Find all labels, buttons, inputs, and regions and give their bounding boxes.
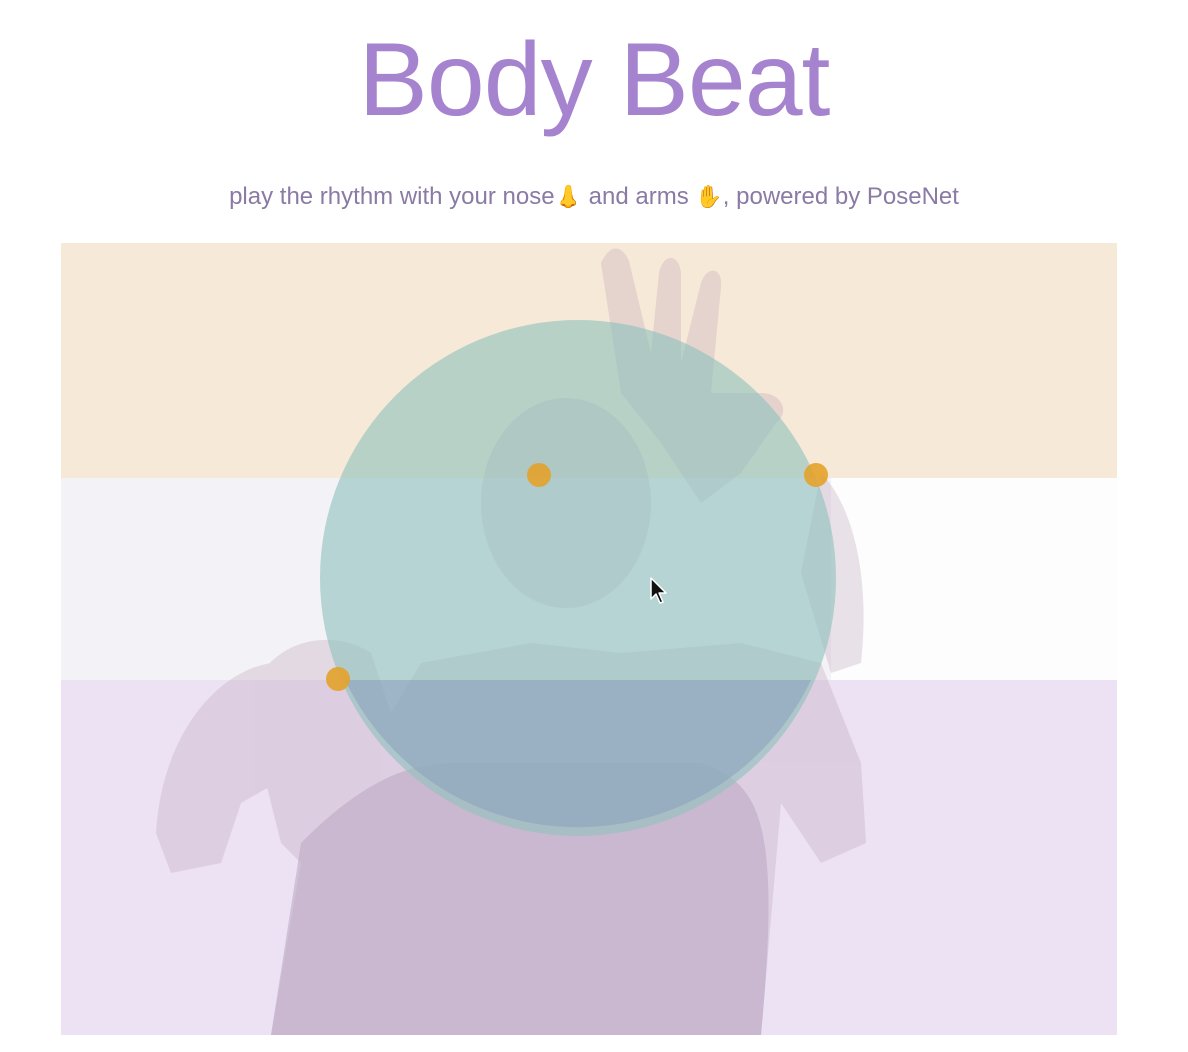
mouse-pointer-icon xyxy=(650,577,667,604)
page-title: Body Beat xyxy=(358,22,831,138)
page-subtitle: play the rhythm with your nose👃 and arms… xyxy=(0,183,1188,211)
subtitle-text-nose: play the rhythm with your nose xyxy=(229,183,555,210)
subtitle-text-powered: , powered by PoseNet xyxy=(722,183,959,210)
webcam-stage[interactable] xyxy=(61,243,1117,1035)
left-wrist-keypoint xyxy=(326,667,350,691)
webcam-video-feed xyxy=(156,248,866,1035)
right-wrist-keypoint xyxy=(804,463,828,487)
body-beat-page: Body Beat play the rhythm with your nose… xyxy=(0,0,1188,1052)
nose-keypoint xyxy=(527,463,551,487)
hand-emoji-icon: ✋ xyxy=(695,185,723,210)
nose-emoji-icon: 👃 xyxy=(554,185,582,210)
subtitle-text-arms: and arms xyxy=(581,183,689,210)
